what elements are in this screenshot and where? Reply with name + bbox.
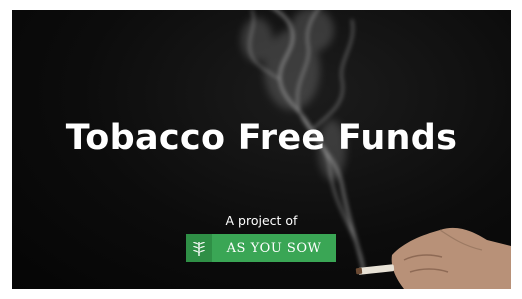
as-you-sow-logo: AS YOU SOW bbox=[186, 234, 336, 262]
sprout-icon bbox=[186, 234, 212, 262]
logo-text: AS YOU SOW bbox=[212, 234, 336, 262]
video-frame: Tobacco Free Funds A project of AS YOU S… bbox=[12, 10, 511, 289]
page-title: Tobacco Free Funds bbox=[65, 118, 458, 158]
subtitle: A project of bbox=[225, 213, 298, 228]
